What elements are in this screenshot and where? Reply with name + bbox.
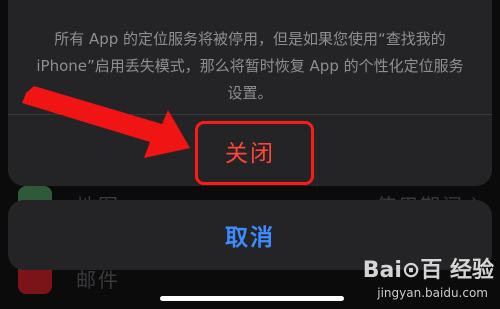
watermark-url: jingyan.baidu.com (377, 286, 488, 300)
home-indicator (160, 296, 344, 301)
watermark-brand: Bai⊙百 经验 (362, 258, 494, 283)
watermark: Bai⊙百 经验 jingyan.baidu.com (362, 252, 494, 308)
